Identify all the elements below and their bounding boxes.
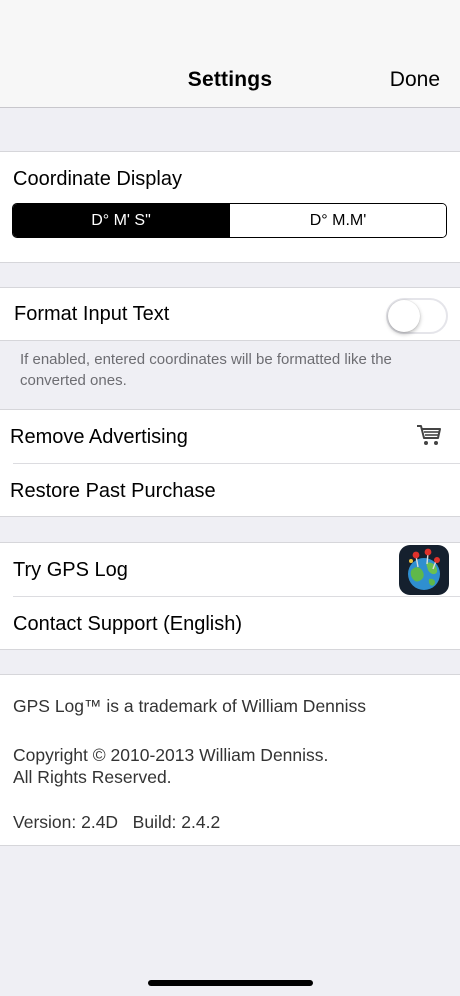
version-text: Version: 2.4D Build: 2.4.2 <box>13 812 221 832</box>
links-section: Try GPS Log Contact Support (English) <box>0 542 460 650</box>
segment-dms[interactable]: D° M' S" <box>13 204 229 237</box>
format-input-section: Format Input Text <box>0 287 460 341</box>
format-input-label: Format Input Text <box>14 303 170 325</box>
format-input-footnote: If enabled, entered coordinates will be … <box>20 351 392 389</box>
try-gps-log-row[interactable]: Try GPS Log <box>0 543 460 597</box>
done-button[interactable]: Done <box>390 68 440 92</box>
restore-purchase-row[interactable]: Restore Past Purchase <box>0 464 460 517</box>
gps-log-app-icon <box>399 545 449 595</box>
contact-support-label: Contact Support (English) <box>13 613 243 635</box>
toggle-knob <box>388 300 420 332</box>
copyright-text-line1: Copyright © 2010-2013 William Denniss. <box>13 745 329 765</box>
copyright-text-line2: All Rights Reserved. <box>13 767 172 787</box>
coordinate-format-segmented-control: D° M' S" D° M.M' <box>12 203 447 238</box>
shopping-cart-icon <box>417 425 441 445</box>
segment-dmm[interactable]: D° M.M' <box>229 204 446 237</box>
format-input-toggle[interactable] <box>386 298 448 334</box>
settings-screen: Settings Done Coordinate Display D° M' S… <box>0 0 460 996</box>
contact-support-row[interactable]: Contact Support (English) <box>0 597 460 650</box>
format-input-row: Format Input Text <box>0 288 460 342</box>
home-indicator[interactable] <box>148 980 313 986</box>
restore-purchase-label: Restore Past Purchase <box>10 480 216 502</box>
trademark-text: GPS Log™ is a trademark of William Denni… <box>13 696 367 716</box>
purchases-section: Remove Advertising Restore Past Purchase <box>0 409 460 517</box>
remove-advertising-row[interactable]: Remove Advertising <box>0 410 460 464</box>
coordinate-display-label: Coordinate Display <box>13 168 182 190</box>
remove-advertising-label: Remove Advertising <box>10 426 188 448</box>
try-gps-log-label: Try GPS Log <box>13 559 128 581</box>
about-section: GPS Log™ is a trademark of William Denni… <box>0 674 460 846</box>
navigation-bar: Settings Done <box>0 0 460 108</box>
coordinate-display-section: Coordinate Display D° M' S" D° M.M' <box>0 151 460 263</box>
